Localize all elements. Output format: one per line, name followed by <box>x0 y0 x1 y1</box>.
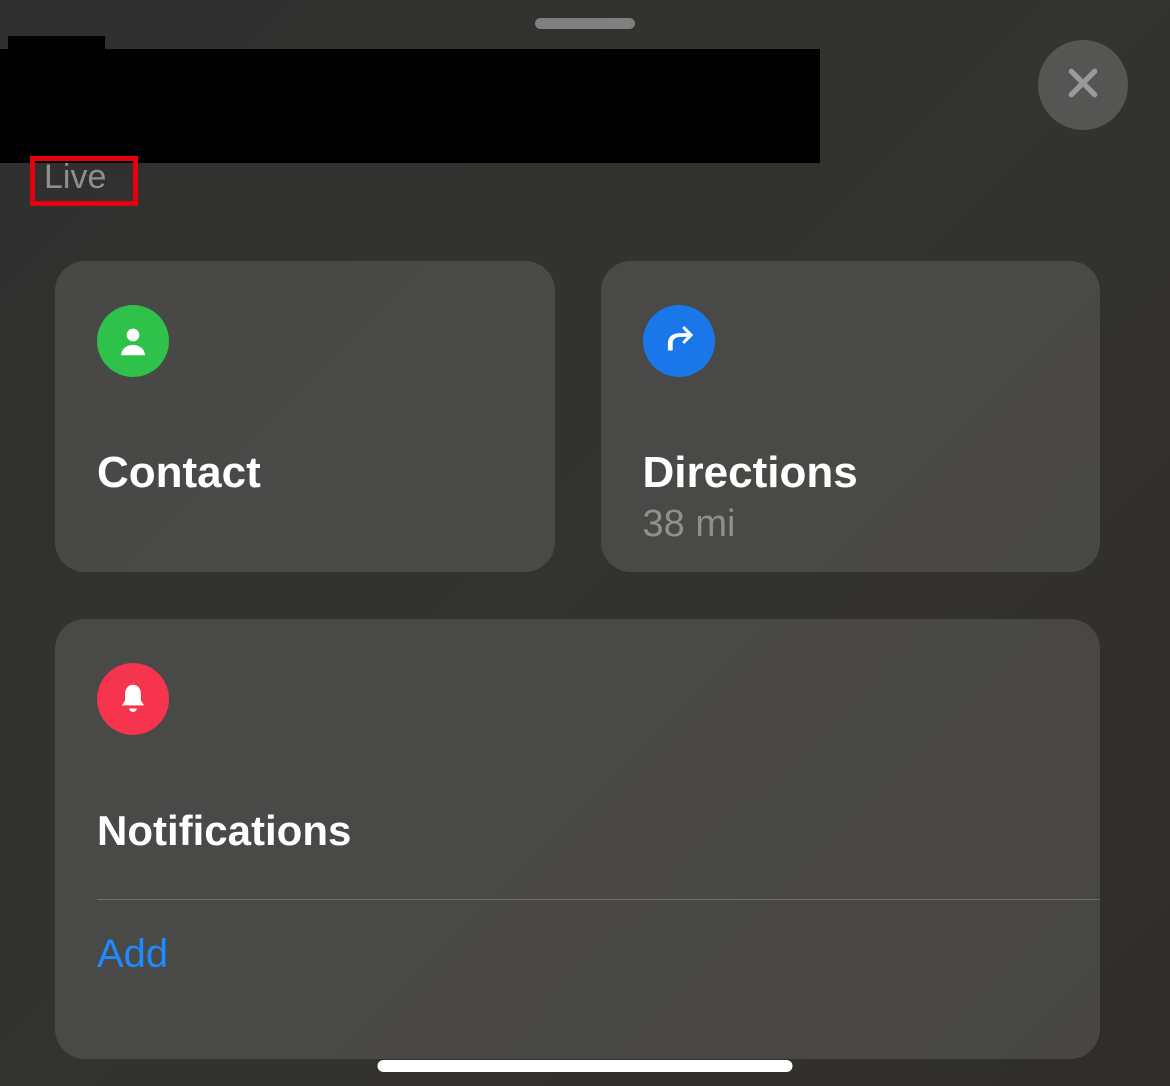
redacted-pixel <box>8 36 32 66</box>
action-cards-row: Contact Directions 38 mi <box>55 261 1100 572</box>
notifications-card: Notifications Add <box>55 619 1100 1059</box>
close-button[interactable] <box>1038 40 1128 130</box>
redacted-title <box>0 49 820 163</box>
bell-icon <box>97 663 169 735</box>
contact-card-title: Contact <box>97 449 513 497</box>
redacted-pixel <box>31 36 105 50</box>
contact-card[interactable]: Contact <box>55 261 555 572</box>
directions-card-title: Directions <box>643 449 1059 497</box>
directions-card[interactable]: Directions 38 mi <box>601 261 1101 572</box>
directions-card-distance: 38 mi <box>643 503 1059 546</box>
close-icon <box>1063 63 1103 108</box>
home-indicator[interactable] <box>378 1060 793 1072</box>
sheet-grabber[interactable] <box>535 18 635 29</box>
status-live-label: Live <box>44 158 106 197</box>
person-icon <box>97 305 169 377</box>
sheet-overlay: Live Contact Directions 38 mi <box>0 0 1170 1086</box>
directions-arrow-icon <box>643 305 715 377</box>
add-notification-button[interactable]: Add <box>97 900 1058 1009</box>
notifications-title: Notifications <box>97 807 1058 855</box>
